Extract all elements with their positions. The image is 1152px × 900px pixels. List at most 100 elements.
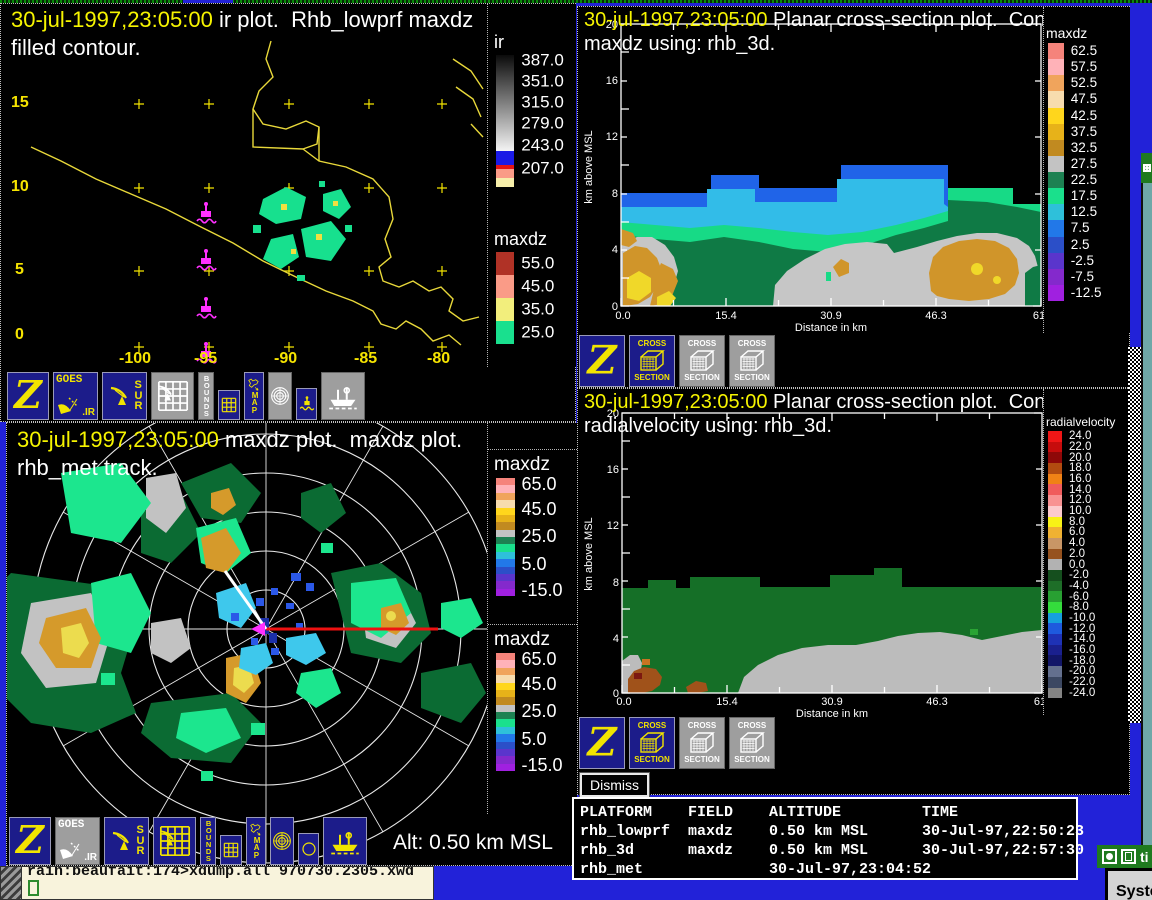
ir-map-panel: 30-jul-1997,23:05:00 ir plot. Rhb_lowprf… [0,3,576,422]
lon-tick-m95: -95 [194,350,218,367]
xsection-toolbar: Z CROSS SECTION CROSS SECTION CROSS SECT… [579,333,775,387]
terminal-scrollbar[interactable] [1,867,22,899]
lon-tick-m90: -90 [274,350,298,367]
svg-text:8: 8 [612,188,618,200]
svg-text:Z: Z [14,819,45,862]
window-iconify-icon[interactable] [1121,849,1136,864]
buoy-icon [298,395,316,413]
radar-ppi-panel: 30-jul-1997,23:05:00 maxdz plot. maxdz p… [6,422,577,866]
zebra-display-root: 30-jul-1997,23:05:00 ir plot. Rhb_lowprf… [0,0,1152,900]
map-overlay-button[interactable]: MAP [246,817,266,865]
grid-icon [219,395,239,415]
range-rings-button[interactable] [268,372,292,420]
ir-maxdz-colorbar: maxdz 55.0 45.0 35.0 25.0 [488,227,576,344]
terminal-window[interactable]: rain:beaufait:174>xdump.all 970730.2305.… [0,866,434,900]
dismiss-button[interactable]: Dismiss [579,772,650,798]
surveillance-scan-button[interactable]: SUR [104,817,149,865]
bounds-button[interactable]: BOUNDS [200,817,216,865]
time-tool-title: ti [1140,848,1149,865]
svg-text:8: 8 [613,577,619,589]
bounds-button[interactable]: BOUNDS [198,372,214,420]
x-axis-title: Distance in km [796,708,868,719]
ir-panel-toolbar: Z GOES .IR SUR BOUNDS MAP [7,370,365,420]
radar-antenna-icon [108,384,132,408]
radar-antenna-icon [156,383,176,403]
small-grid-button[interactable] [220,835,242,865]
grid-radar-button[interactable] [151,372,194,420]
maxdz-xsection-title-line2: maxdz using: rhb_3d. [584,33,776,55]
zebra-logo-button[interactable]: Z [9,817,51,865]
svg-text:12: 12 [607,520,619,532]
status-table-row: rhb_met 30-Jul-97,23:04:52 [580,861,932,878]
zebra-logo-button[interactable]: Z [579,717,625,769]
surveillance-scan-button[interactable]: SUR [102,372,147,420]
svg-text:30.9: 30.9 [821,696,842,708]
rv-xsection-toolbar: Z CROSS SECTION CROSS SECTION CROSS SECT… [579,715,775,769]
range-rings-button[interactable] [270,817,294,865]
ship-button[interactable] [323,817,367,865]
rings-icon [270,386,290,406]
ppi-title-line2: rhb_met track. [17,455,158,480]
zebra-logo-button[interactable]: Z [7,372,49,420]
radialvelocity-xsection-plot: 2016 128 40 0.0 15.4 30.9 46.3 61 Distance… [583,408,1046,719]
cross-section-button-active[interactable]: CROSS SECTION [629,335,675,387]
ir-cloud-echoes [253,181,352,281]
ship-button[interactable] [321,372,365,420]
x-axis-title: Distance in km [795,322,867,333]
cross-section-button-3[interactable]: CROSS SECTION [729,717,775,769]
cross-section-button-3[interactable]: CROSS SECTION [729,335,775,387]
goes-ir-button[interactable]: GOES .IR [55,817,100,865]
cross-section-button-2[interactable]: CROSS SECTION [679,717,725,769]
svg-text:Z: Z [586,338,619,384]
zebra-logo-button[interactable]: Z [579,335,625,387]
time-tool-titlebar[interactable]: ti [1097,845,1152,868]
ppi-title-time: 30-jul-1997,23:05:00 [17,427,219,452]
status-table-row: rhb_lowprf maxdz 0.50 km MSL 30-Jul-97,22:5… [580,823,1085,840]
svg-text:46.3: 46.3 [926,696,947,708]
map-overlay-button[interactable]: MAP [244,372,264,420]
ir-colorbar: ir 387.0 351.0 315.0 279.0 243.0 207.0 [488,30,576,187]
reflectivity-echoes [7,463,486,781]
buoy-button[interactable] [296,388,317,420]
cube-icon [638,348,666,374]
cube-icon [738,348,766,374]
lat-tick-5: 5 [15,261,24,278]
xsection-maxdz-colorbar: maxdz 62.5 57.5 52.5 47.5 42.5 37.5 32.5 27.5 22.… [1046,25,1102,301]
y-axis-tick-labels: 2016 128 40 [606,19,618,313]
svg-text:30.9: 30.9 [820,310,841,322]
radialvelocity-colorbar: radialvelocity 24.0 22.0 20.0 18.0 16.0 14.0 12… [1046,415,1116,699]
lat-tick-15: 15 [11,94,29,111]
satellite-dish-icon [58,838,82,862]
svg-text:12: 12 [606,131,618,143]
cube-icon [688,348,716,374]
small-grid-button[interactable] [218,390,240,420]
ppi-colorbar-column: maxdz 65.0 45.0 25.0 5.0 -15.0 maxdz 65.0 45.0 2… [487,423,577,814]
svg-text:Z: Z [12,374,43,417]
system-dialog[interactable]: Syste [1105,868,1152,900]
lon-tick-m85: -85 [354,350,378,367]
goes-ir-button[interactable]: GOES .IR [53,372,98,420]
cross-section-button-active[interactable]: CROSS SECTION [629,717,675,769]
grid-radar-button[interactable] [153,817,196,865]
map-icon [247,378,261,392]
lon-tick-m80: -80 [427,350,451,367]
ship-icon [328,381,358,411]
rings-icon [272,831,292,851]
map-icon [249,823,263,837]
cube-icon [688,730,716,756]
lon-tick-m100: -100 [119,350,152,367]
lat-tick-0: 0 [15,326,24,343]
x-axis-tick-labels: 0.0 15.4 30.9 46.3 61 [616,696,1046,708]
window-menu-icon[interactable] [1102,849,1117,864]
circle-overlay-button[interactable] [298,833,319,865]
status-table-row: rhb_3d maxdz 0.50 km MSL 30-Jul-97,22:57:30 [580,842,1085,859]
svg-text:15.4: 15.4 [715,310,736,322]
radialvelocity-xsection-panel: 20 16 12 8 40 0.0 15.4 30.9 46.3 61 Distance… [577,388,1130,798]
svg-text:15.4: 15.4 [716,696,737,708]
partial-right-window-titlebar[interactable] [1141,153,1152,183]
right-scrollbar-strip[interactable] [1128,347,1141,723]
window-menu-icon[interactable] [1143,164,1151,172]
cross-section-button-2[interactable]: CROSS SECTION [679,335,725,387]
rv-xsection-title-line2: radialvelocity using: rhb_3d. [584,415,832,437]
ir-colorbar-column: ir 387.0 351.0 315.0 279.0 243.0 207.0 maxdz 55… [487,4,576,367]
